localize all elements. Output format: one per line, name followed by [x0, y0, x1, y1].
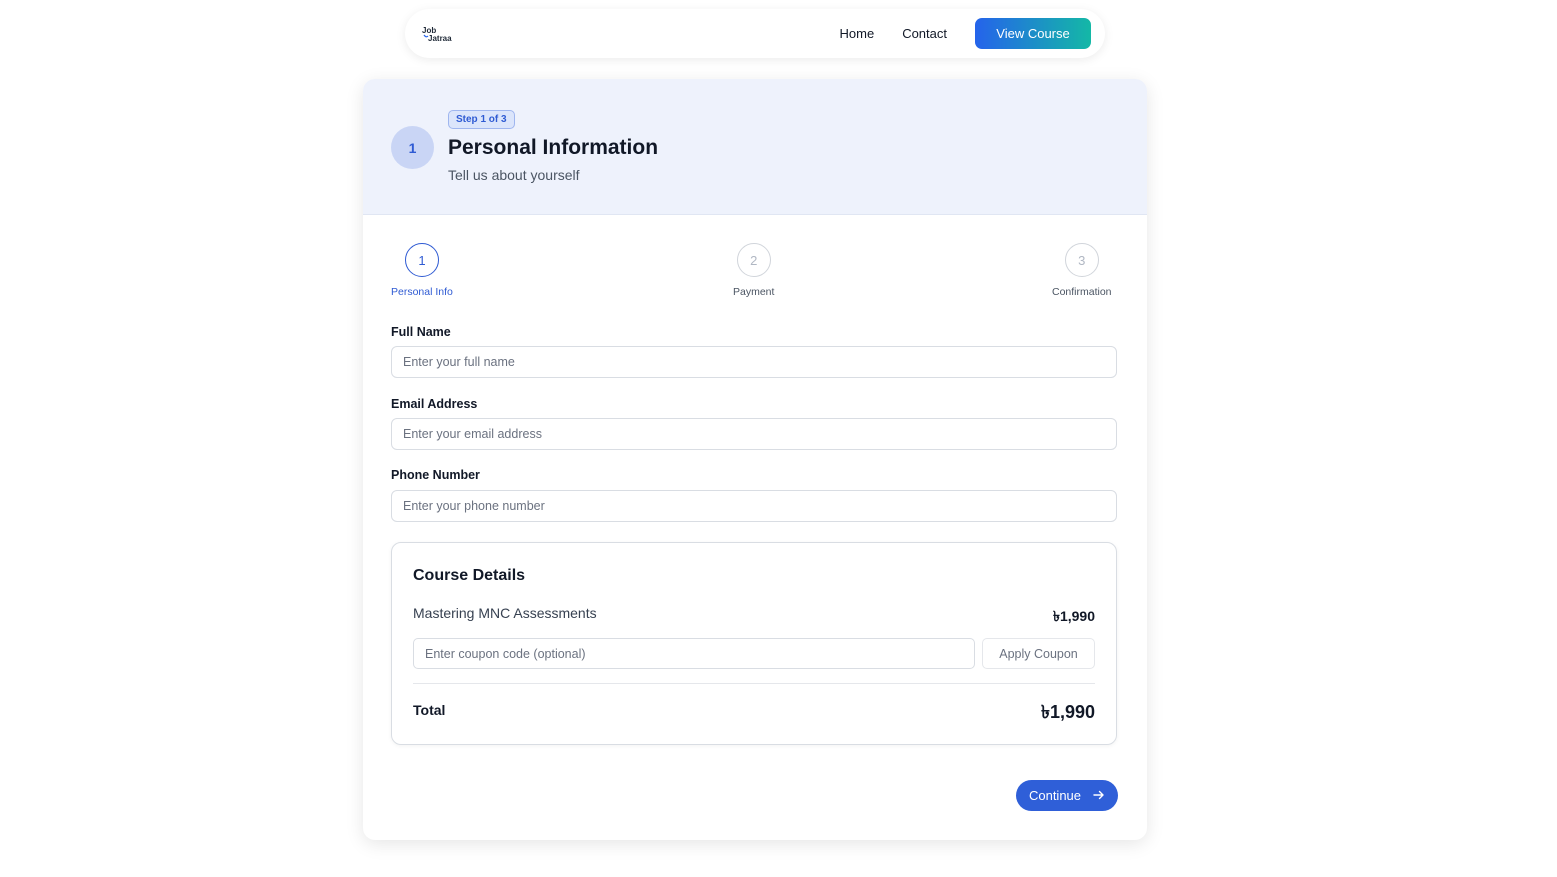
step-label: Payment — [733, 286, 775, 298]
nav-link-contact[interactable]: Contact — [902, 26, 947, 41]
page-title: Personal Information — [448, 136, 659, 159]
course-price: ৳1,990 — [1052, 608, 1095, 624]
checkout-card: 1 Step 1 of 3 Personal Information Tell … — [363, 79, 1147, 840]
arrow-right-icon — [1093, 789, 1105, 803]
step-label: Confirmation — [1052, 286, 1112, 298]
step-badge: Step 1 of 3 — [448, 110, 515, 129]
total-value: ৳1,990 — [1040, 702, 1095, 722]
card-header: 1 Step 1 of 3 Personal Information Tell … — [363, 79, 1147, 215]
course-details-title: Course Details — [413, 567, 526, 584]
apply-coupon-button[interactable]: Apply Coupon — [982, 638, 1095, 669]
divider — [413, 683, 1095, 684]
course-name: Mastering MNC Assessments — [413, 605, 597, 621]
email-input[interactable] — [391, 418, 1117, 450]
phone-input[interactable] — [391, 490, 1117, 522]
logo-mark-icon: Job Jatraa — [422, 26, 452, 43]
step-label: Personal Info — [391, 286, 453, 298]
continue-label: Continue — [1028, 788, 1082, 803]
continue-button[interactable]: Continue — [1016, 780, 1118, 811]
page-subtitle: Tell us about yourself — [448, 167, 580, 183]
full-name-input[interactable] — [391, 346, 1117, 378]
step-payment: 2 Payment — [733, 243, 774, 298]
nav-links: Home Contact View Course — [840, 18, 1091, 49]
coupon-input[interactable] — [413, 638, 975, 669]
svg-text:Jatraa: Jatraa — [428, 34, 452, 43]
step-personal-info: 1 Personal Info — [391, 243, 453, 298]
email-label: Email Address — [391, 397, 478, 411]
course-details-panel: Course Details Mastering MNC Assessments… — [391, 542, 1117, 745]
nav-link-home[interactable]: Home — [840, 26, 875, 41]
step-confirmation: 3 Confirmation — [1052, 243, 1112, 298]
phone-label: Phone Number — [391, 468, 480, 482]
full-name-label: Full Name — [391, 325, 451, 339]
step-circle: 1 — [404, 243, 439, 277]
step-circle: 3 — [1064, 243, 1099, 277]
progress-stepper: 1 Personal Info 2 Payment 3 Confirmation — [391, 243, 1119, 303]
step-circle: 2 — [736, 243, 771, 277]
total-label: Total — [413, 702, 446, 718]
jobjatraa-logo[interactable]: Job Jatraa — [421, 25, 455, 43]
top-navbar: Job Jatraa Home Contact View Course — [405, 9, 1105, 58]
current-step-indicator: 1 — [391, 126, 434, 169]
view-course-button[interactable]: View Course — [975, 18, 1091, 49]
